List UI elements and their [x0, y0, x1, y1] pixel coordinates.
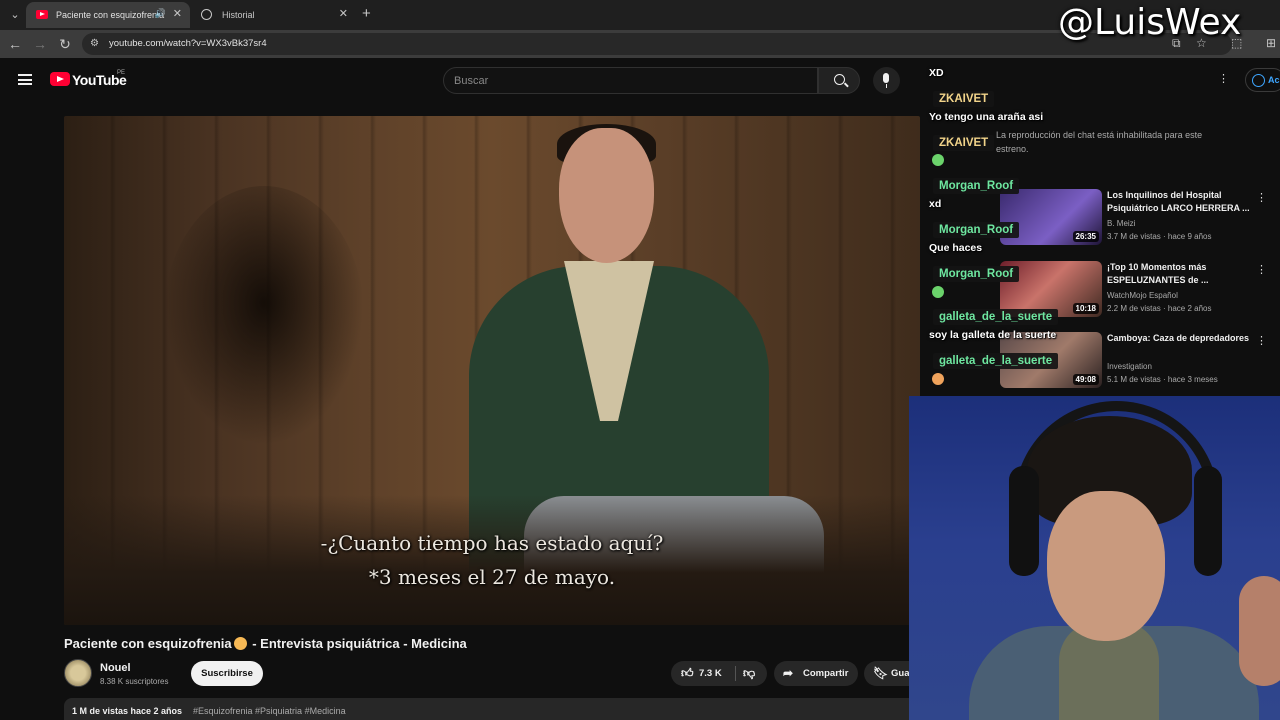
recommended-meta: 3.7 M de vistas · hace 9 años — [1107, 232, 1212, 241]
recommended-more-icon[interactable]: ⋮ — [1256, 191, 1267, 204]
chat-message: soy la galleta de la suerte — [929, 329, 1057, 341]
video-player[interactable]: -¿Cuanto tiempo has estado aquí? *3 mese… — [64, 116, 920, 625]
chat-username: galleta_de_la_suerte — [933, 309, 1059, 325]
search-input[interactable]: Buscar — [443, 67, 818, 94]
recommended-channel[interactable]: WatchMojo Español — [1107, 291, 1178, 300]
video-duration: 10:18 — [1072, 303, 1099, 314]
webcam-hand — [1239, 576, 1280, 686]
video-title: Paciente con esquizofrenia - Entrevista … — [64, 636, 467, 651]
recommended-channel[interactable]: Investigation — [1107, 362, 1152, 371]
video-duration: 26:35 — [1072, 231, 1099, 242]
recommended-meta: 2.2 M de vistas · hace 2 años — [1107, 304, 1212, 313]
webcam-face — [1047, 491, 1165, 641]
streamer-webcam — [909, 396, 1280, 720]
subtitle-line-2: *3 meses el 27 de mayo. — [368, 565, 616, 589]
chat-emote-icon — [932, 286, 944, 298]
tab-search-chevron-icon[interactable]: ⌄ — [6, 6, 24, 24]
tab-youtube-video[interactable]: Paciente con esquizofrenia 🔊 ✕ — [26, 2, 190, 28]
channel-name[interactable]: Nouel — [100, 662, 131, 674]
share-label: Compartir — [803, 668, 849, 679]
youtube-logo-icon[interactable] — [50, 72, 70, 86]
history-icon — [201, 9, 212, 20]
recommended-more-icon[interactable]: ⋮ — [1256, 263, 1267, 276]
views-and-date: 1 M de vistas hace 2 años — [72, 706, 183, 716]
recommended-channel[interactable]: B. Meizi — [1107, 219, 1135, 228]
chat-message: Yo tengo una araña asi — [929, 111, 1044, 123]
dislike-thumb-icon[interactable]: 👎︎ — [743, 661, 755, 686]
url-text: youtube.com/watch?v=WX3vBk37sr4 — [109, 38, 267, 49]
chat-message: Que haces — [929, 242, 983, 254]
recommended-title[interactable]: ¡Top 10 Momentos más ESPELUZNANTES de ..… — [1107, 261, 1252, 287]
youtube-favicon-icon — [36, 10, 48, 19]
subtitle-line-1: -¿Cuanto tiempo has estado aquí? — [320, 531, 664, 555]
recommended-meta: 5.1 M de vistas · hace 3 meses — [1107, 375, 1218, 384]
voice-search-mic-icon[interactable] — [873, 67, 900, 94]
chat-username: galleta_de_la_suerte — [933, 353, 1059, 369]
menu-icon[interactable] — [18, 74, 32, 85]
video-title-part1: Paciente con esquizofrenia — [64, 636, 232, 651]
chat-emote-icon — [932, 154, 944, 166]
sidebar-icon[interactable]: ⊞ — [1266, 36, 1276, 50]
speaker-icon[interactable]: 🔊 — [155, 8, 166, 19]
like-divider — [735, 666, 736, 681]
video-frame-floor — [64, 495, 920, 625]
tab-label: Paciente con esquizofrenia — [56, 10, 165, 20]
screen: ⌄ Paciente con esquizofrenia 🔊 ✕ Histori… — [0, 0, 1280, 720]
hashtags[interactable]: #Esquizofrenia #Psiquiatria #Medicina — [193, 706, 346, 716]
chat-message: XD — [929, 67, 944, 79]
recommended-title[interactable]: Los Inquilinos del Hospital Psiquiátrico… — [1107, 189, 1252, 215]
recommended-video[interactable]: 26:35 Los Inquilinos del Hospital Psiqui… — [1000, 189, 1270, 245]
bookmark-icon: 🔖︎ — [873, 666, 889, 680]
channel-avatar[interactable] — [64, 659, 92, 687]
chat-disabled-notice: La reproducción del chat está inhabilita… — [996, 130, 1203, 154]
chat-message: xd — [929, 198, 942, 210]
share-arrow-icon: ➦ — [783, 666, 794, 680]
subscribe-button[interactable]: Suscribirse — [191, 661, 263, 686]
streamer-watermark: @LuisWex — [1058, 2, 1242, 43]
video-title-part2: - Entrevista psiquiátrica - Medicina — [248, 636, 467, 651]
astonished-emoji-icon — [233, 637, 247, 650]
sign-in-button[interactable]: Ac — [1245, 68, 1280, 92]
save-label: Gua — [891, 668, 910, 679]
headphone-left — [1009, 466, 1039, 576]
chat-username: ZKAIVET — [933, 91, 995, 107]
recommended-more-icon[interactable]: ⋮ — [1256, 334, 1267, 347]
video-frame-figure-head — [559, 128, 654, 263]
more-options-icon[interactable]: ⋮ — [1218, 72, 1229, 85]
new-tab-icon[interactable]: + — [362, 5, 371, 22]
like-thumb-icon[interactable]: 👍︎ — [681, 661, 694, 686]
subscriber-count: 8.38 K suscriptores — [100, 677, 169, 686]
video-frame-shadow — [164, 186, 364, 446]
video-duration: 49:08 — [1072, 374, 1099, 385]
close-tab-icon[interactable]: ✕ — [173, 7, 182, 20]
share-button[interactable]: ➦ Compartir — [774, 661, 858, 686]
chat-username: Morgan_Roof — [933, 178, 1020, 194]
chat-username: ZKAIVET — [933, 135, 995, 151]
chat-username: Morgan_Roof — [933, 266, 1020, 282]
recommended-title[interactable]: Camboya: Caza de depredadores — [1107, 332, 1252, 345]
headphone-right — [1194, 466, 1222, 576]
like-dislike-group: 👍︎ 7.3 K 👎︎ — [671, 661, 767, 686]
close-tab-icon[interactable]: ✕ — [339, 7, 348, 20]
like-count[interactable]: 7.3 K — [699, 661, 722, 686]
description-box[interactable]: 1 M de vistas hace 2 años #Esquizofrenia… — [64, 698, 920, 720]
site-info-icon[interactable]: ⚙ — [90, 38, 102, 50]
search-placeholder: Buscar — [454, 75, 489, 87]
chat-username: Morgan_Roof — [933, 222, 1020, 238]
reload-icon[interactable]: ↻ — [56, 35, 74, 53]
tab-historial[interactable]: Historial ✕ — [192, 2, 356, 28]
search-button[interactable] — [818, 67, 860, 94]
country-code: PE — [117, 70, 126, 76]
back-icon[interactable]: ← — [6, 35, 24, 53]
tab-label: Historial — [222, 10, 255, 20]
youtube-header: YouTube PE Buscar — [0, 58, 920, 102]
forward-icon[interactable]: → — [31, 35, 49, 53]
chat-emote-icon — [932, 373, 944, 385]
